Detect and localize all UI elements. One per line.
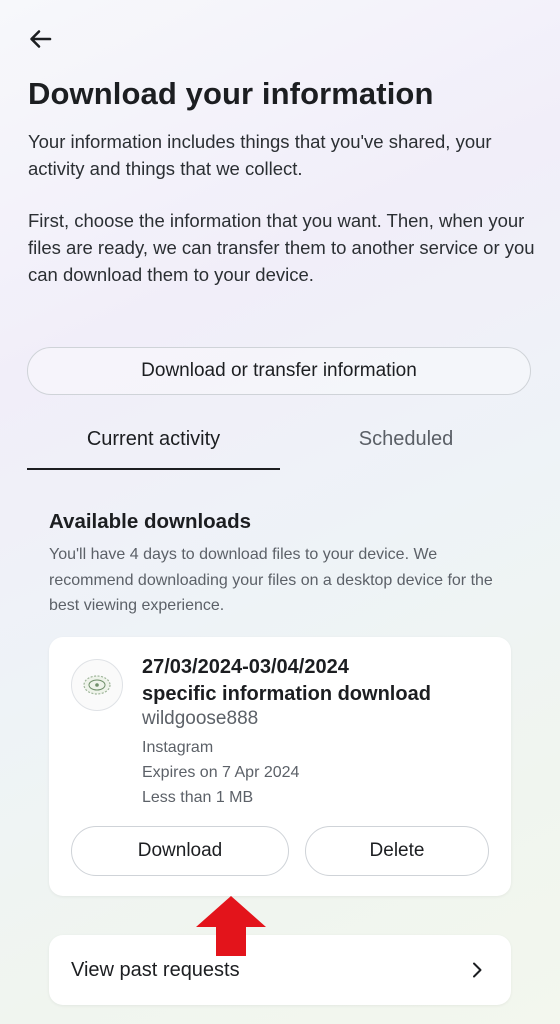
arrow-left-icon — [30, 30, 52, 48]
intro-text: Your information includes things that yo… — [28, 131, 492, 179]
download-button[interactable]: Download — [71, 826, 289, 876]
download-transfer-button[interactable]: Download or transfer information — [27, 347, 531, 395]
available-downloads-heading: Available downloads — [49, 510, 252, 533]
download-information-screen: Download your information Your informati… — [0, 0, 560, 1024]
annotation-arrow-up-icon — [196, 896, 266, 956]
tab-current-activity[interactable]: Current activity — [27, 428, 280, 470]
page-title: Download your information — [28, 76, 434, 111]
download-card-title: 27/03/2024-03/04/2024 specific informati… — [142, 654, 502, 708]
download-type: specific information download — [142, 683, 431, 705]
avatar — [71, 659, 123, 711]
download-date-range: 27/03/2024-03/04/2024 — [142, 656, 349, 678]
view-past-requests-row[interactable]: View past requests — [49, 935, 511, 1005]
tab-scheduled[interactable]: Scheduled — [280, 428, 532, 468]
available-downloads-description: You'll have 4 days to download files to … — [49, 546, 493, 614]
download-card: 27/03/2024-03/04/2024 specific informati… — [49, 637, 511, 896]
download-platform: Instagram — [142, 739, 214, 756]
delete-button[interactable]: Delete — [305, 826, 489, 876]
back-button[interactable] — [26, 24, 56, 54]
chevron-right-icon — [473, 962, 482, 978]
download-username: wildgoose888 — [142, 708, 259, 729]
profile-badge-icon — [83, 675, 111, 695]
download-size: Less than 1 MB — [142, 789, 254, 806]
instructions-text: First, choose the information that you w… — [28, 210, 535, 285]
download-expiry: Expires on 7 Apr 2024 — [142, 764, 300, 781]
view-past-requests-label: View past requests — [71, 959, 240, 981]
